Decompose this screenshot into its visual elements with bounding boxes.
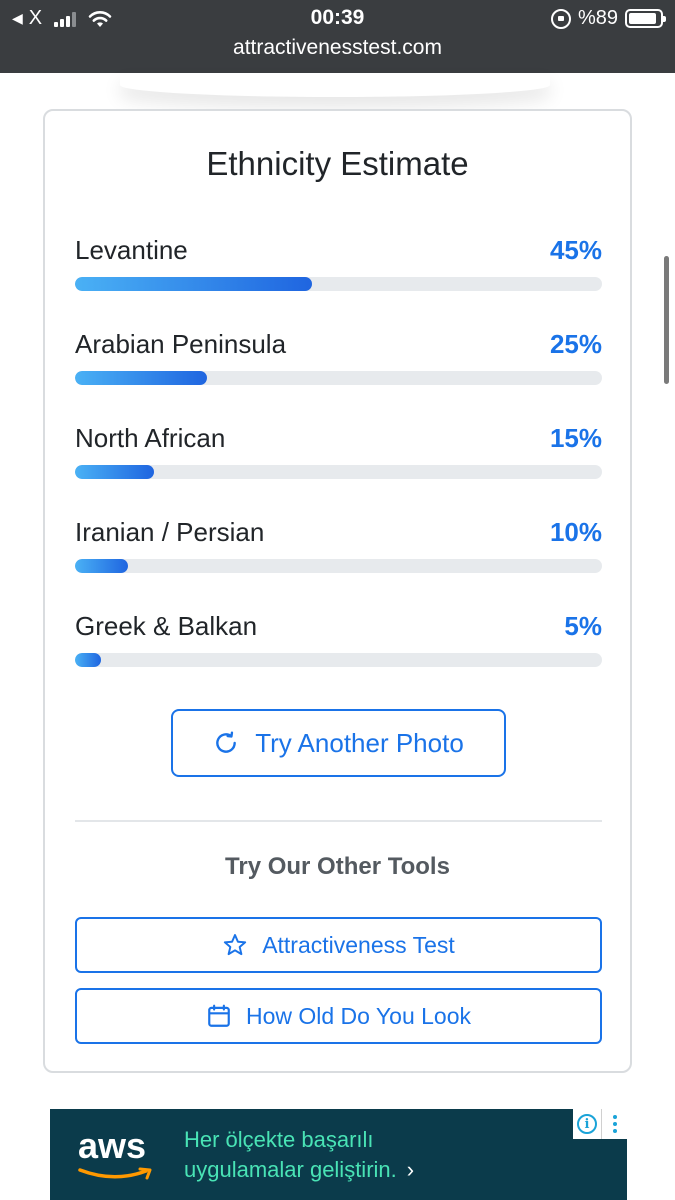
ad-menu-icon[interactable]	[601, 1109, 627, 1139]
how-old-do-you-look-label: How Old Do You Look	[245, 1002, 472, 1029]
progress-fill	[75, 653, 102, 667]
result-label: Iranian / Persian	[75, 517, 265, 547]
result-percent: 10%	[549, 517, 602, 547]
results-list: Levantine 45% Arabian Peninsula 25% Nort…	[75, 231, 602, 701]
progress-track	[75, 559, 602, 573]
result-row: Levantine 45%	[75, 231, 602, 325]
ad-line-1: Her ölçekte başarılı	[184, 1127, 374, 1152]
progress-fill	[75, 465, 155, 479]
ethnicity-card: Ethnicity Estimate Levantine 45% Arabian…	[43, 109, 632, 1073]
result-label: Greek & Balkan	[75, 611, 258, 641]
aws-smile-icon	[78, 1167, 152, 1180]
battery-level	[629, 13, 656, 24]
try-another-photo-label: Try Another Photo	[255, 727, 464, 758]
result-row: Iranian / Persian 10%	[75, 513, 602, 607]
ad-banner[interactable]: aws Her ölçekte başarılı uygulamalar gel…	[50, 1109, 627, 1200]
result-percent: 25%	[549, 329, 602, 359]
result-label: Arabian Peninsula	[75, 329, 287, 359]
other-tools-heading: Try Our Other Tools	[225, 853, 450, 880]
progress-fill	[75, 277, 313, 291]
attractiveness-test-button[interactable]: Attractiveness Test	[75, 917, 602, 973]
status-bar: ◀ X 00:39 attractivenesstest.com %89	[0, 0, 675, 73]
header-shadow	[120, 73, 550, 97]
ad-info-button[interactable]: i	[573, 1109, 601, 1139]
ad-chevron-icon: ›	[406, 1157, 415, 1182]
result-percent: 5%	[564, 611, 602, 641]
rotation-lock-icon	[550, 8, 571, 29]
address-bar-url[interactable]: attractivenesstest.com	[0, 36, 675, 60]
progress-track	[75, 371, 602, 385]
ad-line-2: uygulamalar geliştirin.	[184, 1157, 397, 1182]
aws-logo: aws	[78, 1125, 147, 1166]
progress-track	[75, 653, 602, 667]
progress-fill	[75, 559, 128, 573]
result-percent: 45%	[549, 235, 602, 265]
calendar-icon	[208, 1004, 230, 1027]
star-icon	[224, 934, 247, 956]
result-row: North African 15%	[75, 419, 602, 513]
result-row: Arabian Peninsula 25%	[75, 325, 602, 419]
result-percent: 15%	[549, 423, 602, 453]
result-row: Greek & Balkan 5%	[75, 607, 602, 701]
result-label: Levantine	[75, 235, 188, 265]
section-divider	[75, 820, 602, 822]
progress-track	[75, 277, 602, 291]
result-label: North African	[75, 423, 226, 453]
how-old-do-you-look-button[interactable]: How Old Do You Look	[75, 988, 602, 1044]
refresh-icon	[216, 731, 237, 753]
progress-fill	[75, 371, 207, 385]
try-another-photo-button[interactable]: Try Another Photo	[171, 709, 506, 777]
battery-percent: %89	[577, 7, 618, 29]
status-bar-right: %89	[550, 7, 666, 30]
ad-controls: i	[573, 1109, 627, 1139]
ad-info-icon: i	[577, 1114, 597, 1134]
ad-copy: Her ölçekte başarılı uygulamalar gelişti…	[184, 1125, 414, 1185]
progress-track	[75, 465, 602, 479]
page-scrollbar[interactable]	[664, 256, 669, 384]
card-title: Ethnicity Estimate	[206, 145, 469, 182]
attractiveness-test-label: Attractiveness Test	[262, 931, 455, 958]
battery-icon	[625, 9, 666, 28]
